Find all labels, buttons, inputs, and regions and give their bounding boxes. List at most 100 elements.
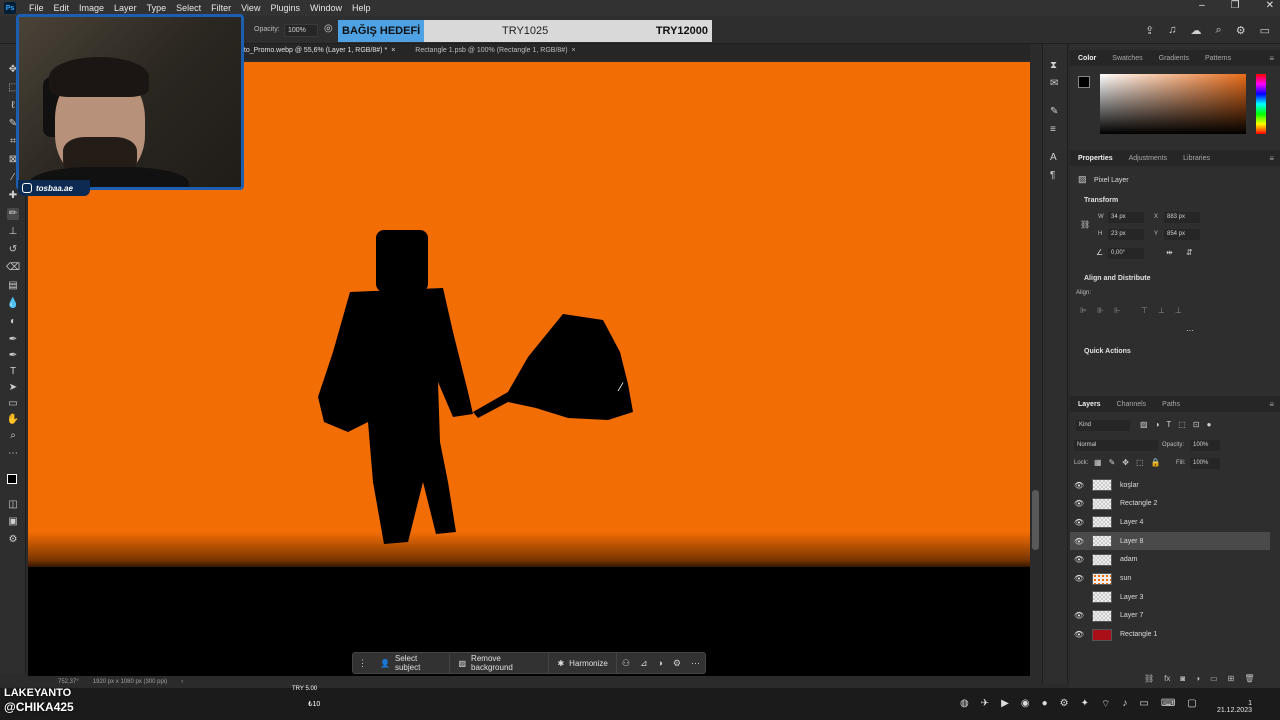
adjustment-icon[interactable]: ◑ xyxy=(652,658,667,668)
photoshop-logo-icon[interactable]: Ps xyxy=(4,2,16,14)
tray-app-icon[interactable]: ✈ xyxy=(981,698,989,711)
align-center-icon[interactable]: ⊪ xyxy=(1097,306,1104,315)
foreground-color-swatch[interactable] xyxy=(7,474,17,484)
history-brush-icon[interactable]: ↺ xyxy=(7,244,19,256)
menu-view[interactable]: View xyxy=(236,3,265,13)
layer-row[interactable]: 👁 adam xyxy=(1070,551,1270,569)
width-field[interactable]: 34 px xyxy=(1108,212,1144,223)
history-icon[interactable]: ⧗ xyxy=(1050,60,1057,71)
workspace-icon[interactable]: ▭ xyxy=(1260,24,1270,37)
pen-tool-icon[interactable]: ✒ xyxy=(7,334,19,346)
more-options-icon[interactable]: ⋯ xyxy=(686,658,705,669)
tab-close-icon[interactable]: × xyxy=(391,47,395,60)
panel-menu-icon[interactable]: ≡ xyxy=(1269,154,1274,163)
visibility-eye-icon[interactable]: 👁 xyxy=(1070,630,1088,639)
visibility-eye-icon[interactable]: 👁 xyxy=(1070,481,1088,490)
transform-heading[interactable]: Transform xyxy=(1084,197,1118,204)
menu-edit[interactable]: Edit xyxy=(49,3,75,13)
quick-mask-icon[interactable]: ◫ xyxy=(7,499,19,511)
status-arrow-icon[interactable]: › xyxy=(181,679,183,685)
menu-filter[interactable]: Filter xyxy=(206,3,236,13)
new-group-icon[interactable]: ▭ xyxy=(1210,674,1218,683)
menu-file[interactable]: File xyxy=(24,3,49,13)
wifi-icon[interactable]: ⌔ xyxy=(1101,698,1110,711)
layer-row[interactable]: 👁 Rectangle 2 xyxy=(1070,495,1270,513)
zoom-level[interactable]: 752,37° xyxy=(58,679,79,685)
brush-tool-icon[interactable]: ✏ xyxy=(7,208,19,220)
lock-paint-icon[interactable]: ✎ xyxy=(1109,458,1116,467)
obs-icon[interactable]: ◉ xyxy=(1021,698,1030,711)
taskbar-clock[interactable]: 1 21.12.2023 xyxy=(1217,700,1252,714)
color-field[interactable] xyxy=(1100,74,1246,134)
layer-row[interactable]: Layer 3 xyxy=(1070,588,1270,606)
language-icon[interactable]: ⌨ xyxy=(1161,698,1175,711)
restore-icon[interactable]: ❐ xyxy=(1231,0,1240,11)
layer-filter-kind[interactable]: Kind xyxy=(1076,420,1130,431)
hue-slider[interactable] xyxy=(1256,74,1266,134)
search-icon[interactable]: ⌕ xyxy=(1216,24,1222,37)
layer-row[interactable]: 👁 Layer 8 xyxy=(1070,532,1270,551)
clone-stamp-icon[interactable]: ⊥ xyxy=(7,226,19,238)
foreground-swatch[interactable] xyxy=(1078,76,1090,88)
layer-row[interactable]: 👁 Layer 4 xyxy=(1070,513,1270,531)
filter-icon[interactable]: ⚙ xyxy=(668,658,686,669)
align-left-icon[interactable]: ⊫ xyxy=(1080,306,1087,315)
bell-icon[interactable]: ♫ xyxy=(1168,24,1176,37)
more-tools-icon[interactable]: ⋯ xyxy=(7,448,19,460)
steam-icon[interactable]: ⚙ xyxy=(1060,698,1069,711)
display-icon[interactable]: ▭ xyxy=(1139,698,1148,711)
align-right-icon[interactable]: ⊩ xyxy=(1114,306,1121,315)
delete-layer-icon[interactable]: 🗑 xyxy=(1244,674,1254,683)
blur-tool-icon[interactable]: 💧 xyxy=(7,298,19,310)
character-icon[interactable]: A xyxy=(1050,152,1057,163)
dodge-tool-icon[interactable]: ◐ xyxy=(7,316,19,328)
link-layers-icon[interactable]: ⛓ xyxy=(1144,674,1154,683)
fx-icon[interactable]: fx xyxy=(1164,674,1170,683)
type-tool-icon[interactable]: T xyxy=(7,366,19,378)
gradient-tool-icon[interactable]: ▤ xyxy=(7,280,19,292)
tab-promo[interactable]: oto_Promo.webp @ 55,6% (Layer 1, RGB/8#)… xyxy=(240,44,405,60)
harmonize-button[interactable]: ✱ Harmonize xyxy=(549,653,617,673)
zoom-tool-icon[interactable]: ⌕ xyxy=(7,430,19,442)
tab-layers[interactable]: Layers xyxy=(1070,401,1109,408)
path-select-icon[interactable]: ➤ xyxy=(7,382,19,394)
drag-handle-icon[interactable]: ⋮ xyxy=(353,658,372,669)
visibility-eye-icon[interactable]: 👁 xyxy=(1070,499,1088,508)
rectangle-tool-icon[interactable]: ▭ xyxy=(7,398,19,410)
layer-row[interactable]: 👁 Layer 7 xyxy=(1070,607,1270,625)
filter-smart-icon[interactable]: ⊡ xyxy=(1193,420,1200,429)
filter-pixel-icon[interactable]: ▨ xyxy=(1140,420,1148,429)
visibility-eye-icon[interactable]: 👁 xyxy=(1070,611,1088,620)
share-icon[interactable]: ⇪ xyxy=(1145,24,1154,37)
tab-patterns[interactable]: Patterns xyxy=(1197,55,1239,62)
brush-settings-icon[interactable]: ✎ xyxy=(1050,106,1058,117)
pressure-opacity-icon[interactable]: ◎ xyxy=(324,23,333,34)
lock-position-icon[interactable]: ✥ xyxy=(1122,458,1129,467)
align-top-icon[interactable]: ⊤ xyxy=(1141,306,1148,315)
add-mask-icon[interactable]: ◙ xyxy=(1180,674,1185,683)
eraser-icon[interactable]: ⌫ xyxy=(6,262,20,274)
align-bottom-icon[interactable]: ⊥ xyxy=(1175,306,1182,315)
menu-layer[interactable]: Layer xyxy=(109,3,142,13)
filter-adjustment-icon[interactable]: ◑ xyxy=(1155,420,1160,429)
notification-icon[interactable]: ▢ xyxy=(1187,698,1196,711)
volume-icon[interactable]: ♪ xyxy=(1122,698,1127,711)
layer-row[interactable]: 👁 Rectangle 1 xyxy=(1070,626,1270,644)
layer-row[interactable]: 👁 koşlar xyxy=(1070,476,1270,494)
vertical-scrollbar[interactable] xyxy=(1032,490,1039,550)
select-subject-button[interactable]: 👤 Select subject xyxy=(372,653,451,673)
tab-paths[interactable]: Paths xyxy=(1154,401,1188,408)
lock-all-icon[interactable]: 🔒 xyxy=(1151,458,1161,467)
lock-transparent-icon[interactable]: ▦ xyxy=(1094,458,1102,467)
tab-close-icon[interactable]: × xyxy=(572,47,576,60)
opacity-field[interactable]: 100% xyxy=(284,24,318,37)
comment-icon[interactable]: ✉ xyxy=(1050,78,1058,89)
visibility-eye-icon[interactable]: 👁 xyxy=(1070,555,1088,564)
panel-menu-icon[interactable]: ≡ xyxy=(1269,54,1274,63)
tab-properties[interactable]: Properties xyxy=(1070,155,1121,162)
align-distribute-heading[interactable]: Align and Distribute xyxy=(1084,275,1151,282)
green-app-icon[interactable]: ● xyxy=(1042,698,1048,711)
x-field[interactable]: 883 px xyxy=(1164,212,1200,223)
pen-tool-icon-2[interactable]: ✒ xyxy=(7,350,19,362)
align-middle-icon[interactable]: ⊥ xyxy=(1158,306,1165,315)
